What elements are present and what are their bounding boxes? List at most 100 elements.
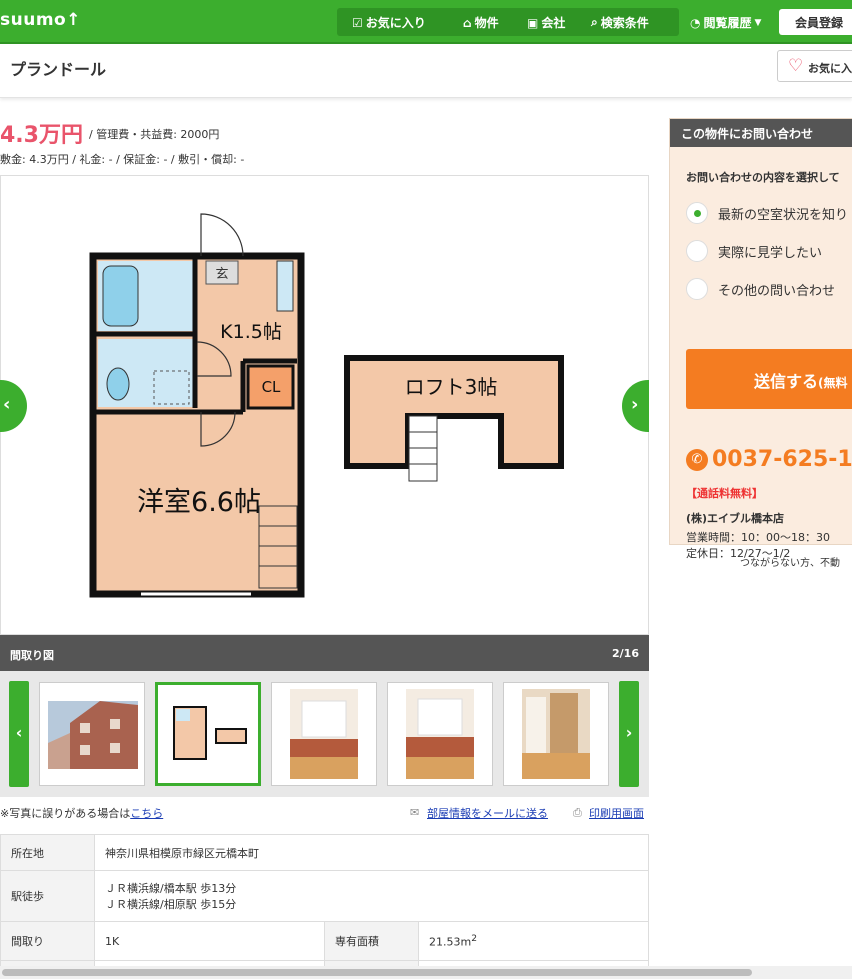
no-connect-note: つながらない方、不動: [740, 558, 840, 569]
property-title-bar: プランドール ♡ お気に入: [0, 46, 852, 98]
search-icon: ⌕: [591, 15, 598, 29]
area-unit-superscript: 2: [471, 933, 478, 945]
history-label: 閲覧履歴: [703, 16, 752, 30]
layout-value: 1K: [94, 921, 325, 961]
kitchen-label: K1.5帖: [220, 321, 282, 343]
heart-icon: ♡: [788, 56, 804, 76]
nav-properties[interactable]: ⌂ 物件: [463, 14, 499, 31]
chevron-right-icon: ›: [625, 723, 633, 742]
top-navigation-bar: suumo↑ ☑ お気に入り ⌂ 物件 ▣ 会社 ⌕ 検索条件 ◔ 閲覧履歴 ▼ 会員登録: [0, 0, 852, 44]
contact-panel: この物件にお問い合わせ お問い合わせの内容を選択して 最新の空室状況を知り 実際…: [669, 118, 852, 560]
table-row: 所在地 神奈川県相模原市緑区元橋本町: [0, 834, 649, 871]
nav-companies-label: 会社: [541, 16, 566, 30]
exterior-photo: [48, 701, 138, 769]
thumb-next-button[interactable]: ›: [619, 681, 639, 787]
entrance-label: 玄: [215, 267, 228, 282]
floorplan-thumb: [173, 706, 247, 760]
photo-error-note: ※写真に誤りがある場合はこちら: [0, 805, 163, 821]
area-label: 専有面積: [324, 921, 419, 961]
chevron-right-icon: ›: [631, 394, 639, 415]
photo-caption-bar: 間取り図 2/16: [0, 635, 649, 671]
printer-icon: ⎙: [573, 806, 582, 819]
radio-unselected[interactable]: [686, 278, 708, 300]
station-value: ＪＲ横浜線/橋本駅 歩13分 ＪＲ横浜線/相原駅 歩15分: [94, 870, 649, 922]
western-room-label: 洋室6.6帖: [137, 487, 261, 518]
main-photo: 玄 CL K1.5帖 洋室6.6帖 ロフト3帖: [0, 175, 649, 635]
option-viewing[interactable]: 実際に見学したい: [686, 240, 822, 262]
area-number: 21.53m: [429, 935, 472, 949]
radio-unselected[interactable]: [686, 240, 708, 262]
deposit-info: 敷金: 4.3万円 / 礼金: - / 保証金: - / 敷引・償却: -: [0, 153, 245, 166]
clock-icon: ◔: [690, 15, 701, 30]
nav-search-conditions[interactable]: ⌕ 検索条件: [591, 14, 649, 31]
rent-price: 4.3万円: [0, 123, 83, 148]
layout-label: 間取り: [0, 921, 95, 961]
contact-heading: この物件にお問い合わせ: [670, 119, 852, 147]
door-arc: [200, 213, 244, 257]
loft-ladder: [408, 415, 438, 482]
nav-browsing-history[interactable]: ◔ 閲覧履歴 ▼: [690, 14, 761, 31]
briefcase-icon: ▣: [527, 15, 539, 30]
thumbnail-floorplan[interactable]: [155, 682, 261, 786]
member-register-button[interactable]: 会員登録: [779, 9, 852, 35]
nav-search-label: 検索条件: [600, 16, 649, 30]
bathtub: [102, 265, 139, 327]
management-fee: / 管理費・共益費: 2000円: [89, 128, 220, 141]
send-button[interactable]: 送信する(無料: [686, 349, 852, 409]
nav-properties-label: 物件: [474, 16, 499, 30]
station-1: ＪＲ横浜線/橋本駅 歩13分: [105, 882, 237, 895]
nav-favorites-label: お気に入り: [365, 16, 426, 30]
scrollbar-thumb[interactable]: [2, 969, 752, 976]
area-value: 21.53m2: [418, 921, 649, 961]
option-other[interactable]: その他の問い合わせ: [686, 278, 835, 300]
nav-favorites[interactable]: ☑ お気に入り: [352, 14, 426, 31]
property-info-table: 所在地 神奈川県相模原市緑区元橋本町 駅徒歩 ＪＲ横浜線/橋本駅 歩13分 ＪＲ…: [0, 834, 649, 971]
checkbox-icon: ☑: [352, 15, 363, 30]
photo-counter: 2/16: [612, 647, 639, 660]
photo-caption: 間取り図: [10, 649, 54, 662]
table-row: 駅徒歩 ＪＲ横浜線/橋本駅 歩13分 ＪＲ横浜線/相原駅 歩15分: [0, 870, 649, 922]
add-favorite-button[interactable]: ♡ お気に入: [777, 50, 852, 82]
location-label: 所在地: [0, 834, 95, 871]
room-photo: [522, 689, 590, 779]
horizontal-scrollbar[interactable]: [0, 966, 852, 979]
dropdown-caret-icon: ▼: [754, 17, 762, 28]
phone-number[interactable]: ✆ 0037-625-1: [686, 447, 852, 472]
business-hours: 営業時間：10：00〜18：30: [686, 531, 830, 544]
location-value: 神奈川県相模原市緑区元橋本町: [94, 834, 649, 871]
property-title: プランドール: [10, 60, 107, 79]
thumbnail-room-3[interactable]: [503, 682, 609, 786]
thumbnail-room-2[interactable]: [387, 682, 493, 786]
loft-label: ロフト3帖: [405, 375, 498, 399]
house-icon: ⌂: [463, 15, 472, 30]
free-call-label: 【通話料無料】: [686, 487, 763, 500]
room-photo: [290, 689, 358, 779]
chevron-left-icon: ‹: [15, 723, 23, 742]
toilet: [106, 367, 130, 401]
station-label: 駅徒歩: [0, 870, 95, 922]
kitchen-sink: [276, 260, 294, 312]
note-text: ※写真に誤りがある場合は: [0, 807, 131, 820]
logo-arrow-icon: ↑: [66, 10, 81, 30]
mail-icon: ✉: [410, 806, 420, 819]
chevron-left-icon: ‹: [3, 394, 11, 415]
closet-label: CL: [262, 378, 281, 396]
radio-selected[interactable]: [686, 202, 708, 224]
nav-companies[interactable]: ▣ 会社: [527, 14, 565, 31]
floorplan-image: 玄 CL K1.5帖 洋室6.6帖 ロフト3帖: [89, 213, 564, 598]
thumbnail-room-1[interactable]: [271, 682, 377, 786]
station-2: ＪＲ横浜線/相原駅 歩15分: [105, 898, 237, 911]
option-availability[interactable]: 最新の空室状況を知り: [686, 202, 848, 224]
table-row: 間取り 1K 専有面積 21.53m2: [0, 921, 649, 961]
thumbnail-exterior[interactable]: [39, 682, 145, 786]
phone-icon: ✆: [686, 448, 708, 471]
thumbnail-strip: ‹ ›: [0, 671, 649, 797]
report-error-link[interactable]: こちら: [130, 807, 163, 820]
contact-prompt: お問い合わせの内容を選択して: [686, 171, 840, 184]
send-mail-link[interactable]: 部屋情報をメールに送る: [427, 805, 548, 821]
room-photo: [406, 689, 474, 779]
favorite-label: お気に入: [808, 62, 852, 75]
suumo-logo[interactable]: suumo↑: [0, 10, 81, 30]
print-link[interactable]: 印刷用画面: [589, 805, 644, 821]
thumb-prev-button[interactable]: ‹: [9, 681, 29, 787]
